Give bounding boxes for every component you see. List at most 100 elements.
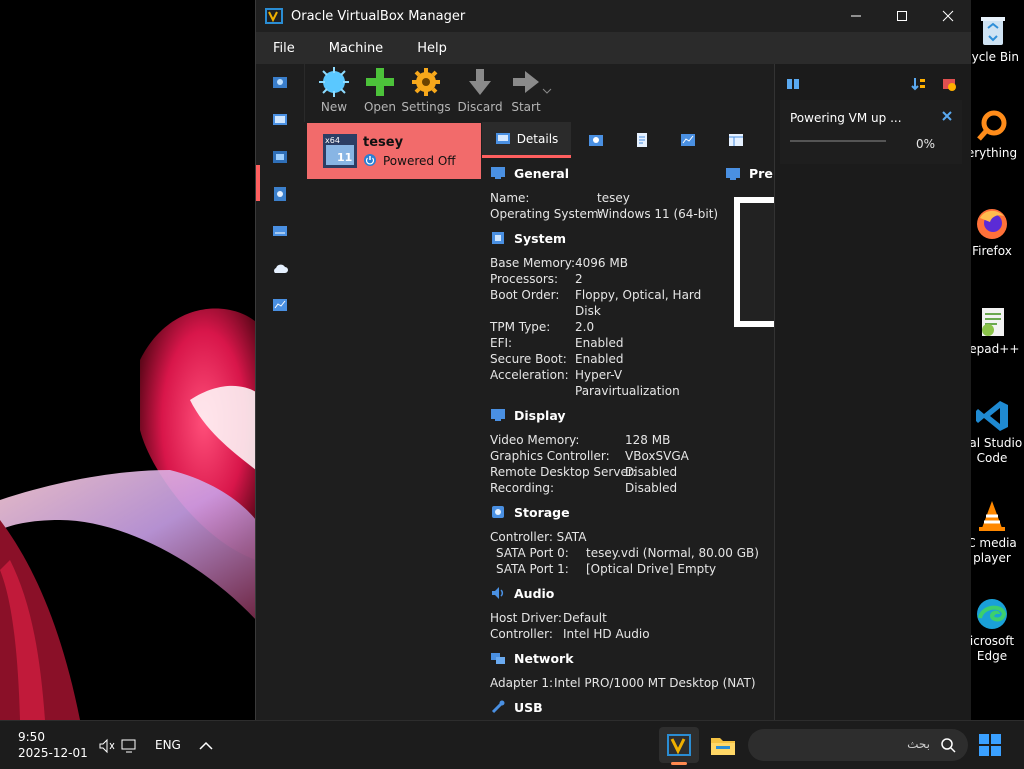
system-boot-order-value-2: Disk <box>575 304 601 318</box>
tab-details[interactable]: Details <box>482 122 571 158</box>
menu-machine[interactable]: Machine <box>312 41 400 56</box>
vm-item-tesey[interactable]: x64 11 tesey Powered Off <box>307 123 481 179</box>
network-adapter1-value: Intel PRO/1000 MT Desktop (NAT) <box>554 676 756 690</box>
desktop: cycle Bin erything Firefox tepad++ ual S… <box>0 0 1024 720</box>
new-starburst-icon <box>319 67 349 97</box>
clear-notifications-icon[interactable] <box>941 76 957 92</box>
activity-tab-icon <box>681 134 695 146</box>
start-label: Start <box>511 100 541 114</box>
general-section-icon <box>491 167 505 179</box>
show-hidden-icons-chevron-icon[interactable] <box>197 737 215 755</box>
menu-file[interactable]: File <box>256 41 312 56</box>
close-button[interactable] <box>925 0 971 32</box>
display-recording-value: Disabled <box>625 481 678 495</box>
notification-close-icon[interactable] <box>942 111 952 121</box>
vm-name: tesey <box>363 135 404 150</box>
audio-title: Audio <box>514 585 555 601</box>
activities-tool-icon[interactable] <box>271 296 289 314</box>
welcome-tool-icon[interactable] <box>271 74 289 92</box>
settings-button[interactable]: Settings <box>396 66 456 114</box>
section-display: Display <box>482 404 772 426</box>
system-efi-label: EFI: <box>490 336 513 350</box>
details-tab-icon <box>495 132 510 144</box>
display-monitor-icon <box>491 409 505 421</box>
display-title: Display <box>514 407 566 423</box>
firefox-icon <box>977 209 1007 239</box>
storage-port0-label: SATA Port 0: <box>496 546 569 560</box>
preview-title: Preview <box>749 166 773 181</box>
system-secure-boot-label: Secure Boot: <box>490 352 567 366</box>
general-name-value: tesey <box>597 191 630 205</box>
network-status-icon[interactable] <box>120 737 138 755</box>
storage-port1-value: [Optical Drive] Empty <box>586 562 717 576</box>
taskbar-virtualbox[interactable] <box>659 727 699 765</box>
tools-sidebar <box>256 64 305 720</box>
storage-port1-label: SATA Port 1: <box>496 562 569 576</box>
menu-help[interactable]: Help <box>400 41 464 56</box>
notification-book-icon[interactable] <box>785 76 801 92</box>
desktop-icon-label: Firefox <box>972 244 1012 258</box>
section-usb: USB <box>482 696 772 718</box>
preview-monitor-icon <box>726 167 740 180</box>
desktop-icon-label-2: Edge <box>976 649 1008 663</box>
start-right-arrow-icon <box>513 71 539 93</box>
cloud-tool-icon[interactable] <box>271 259 289 277</box>
maximize-button[interactable] <box>879 0 925 32</box>
section-network: Network <box>482 647 772 669</box>
usb-icon <box>491 700 505 714</box>
network-title: Network <box>514 650 574 666</box>
system-boot-order-label: Boot Order: <box>490 288 560 302</box>
general-os-label: Operating System: <box>490 207 603 221</box>
taskbar-search[interactable]: بحث <box>748 729 968 761</box>
section-storage: Storage <box>482 501 772 523</box>
taskbar-file-explorer[interactable] <box>703 727 743 763</box>
system-acceleration-value: Hyper-V <box>575 368 623 382</box>
media-tool-icon[interactable] <box>271 185 289 203</box>
settings-gear-icon <box>412 68 440 96</box>
window-title: Oracle VirtualBox Manager <box>291 8 466 24</box>
clock-date: 2025-12-01 <box>18 746 88 760</box>
minimize-button[interactable] <box>833 0 879 32</box>
virtualbox-taskbar-icon <box>667 734 691 756</box>
tab-activity[interactable] <box>674 122 702 158</box>
desktop-icon-label: tepad++ <box>964 342 1020 356</box>
machines-tool-icon[interactable] <box>271 111 289 129</box>
system-processors-label: Processors: <box>490 272 559 286</box>
system-efi-value: Enabled <box>575 336 624 350</box>
display-rdp-label: Remote Desktop Server: <box>490 465 637 479</box>
extensions-tool-icon[interactable] <box>271 148 289 166</box>
taskbar-clock[interactable]: 9:50 2025-12-01 <box>18 729 88 761</box>
language-indicator[interactable]: ENG <box>155 738 181 752</box>
minimize-icon <box>851 15 861 17</box>
os-badge-arch: x64 <box>325 136 340 145</box>
desktop-icon-label: C media <box>967 536 1017 550</box>
system-acceleration-label: Acceleration: <box>490 368 569 382</box>
network-tool-icon[interactable] <box>271 222 289 240</box>
storage-title: Storage <box>514 504 570 520</box>
vscode-icon <box>976 401 1008 431</box>
recycle-bin-icon <box>981 17 1005 45</box>
display-recording-label: Recording: <box>490 481 555 495</box>
system-chip-icon <box>492 232 504 244</box>
add-plus-icon <box>366 68 394 96</box>
system-tpm-value: 2.0 <box>575 320 595 334</box>
file-manager-tab-icon <box>729 134 743 146</box>
search-icon <box>941 738 956 753</box>
storage-disk-icon <box>492 506 504 518</box>
system-memory-value: 4096 MB <box>575 256 628 270</box>
vlc-cone-icon <box>979 501 1005 531</box>
settings-label: Settings <box>401 100 451 114</box>
tab-details-label: Details <box>516 131 559 146</box>
sort-icon[interactable] <box>911 76 927 92</box>
start-dropdown-chevron-icon[interactable] <box>542 88 552 94</box>
title-bar[interactable]: Oracle VirtualBox Manager <box>256 0 971 32</box>
volume-muted-icon[interactable] <box>98 737 116 755</box>
tab-snapshots[interactable] <box>582 122 610 158</box>
system-title: System <box>514 230 567 246</box>
menu-bar: File Machine Help <box>256 32 971 64</box>
tab-logs[interactable] <box>628 122 656 158</box>
windows-start-icon[interactable] <box>978 733 1002 757</box>
tab-file-manager[interactable] <box>722 122 750 158</box>
desktop-icon-label-2: Code <box>976 451 1008 465</box>
clock-time: 9:50 <box>18 730 45 744</box>
